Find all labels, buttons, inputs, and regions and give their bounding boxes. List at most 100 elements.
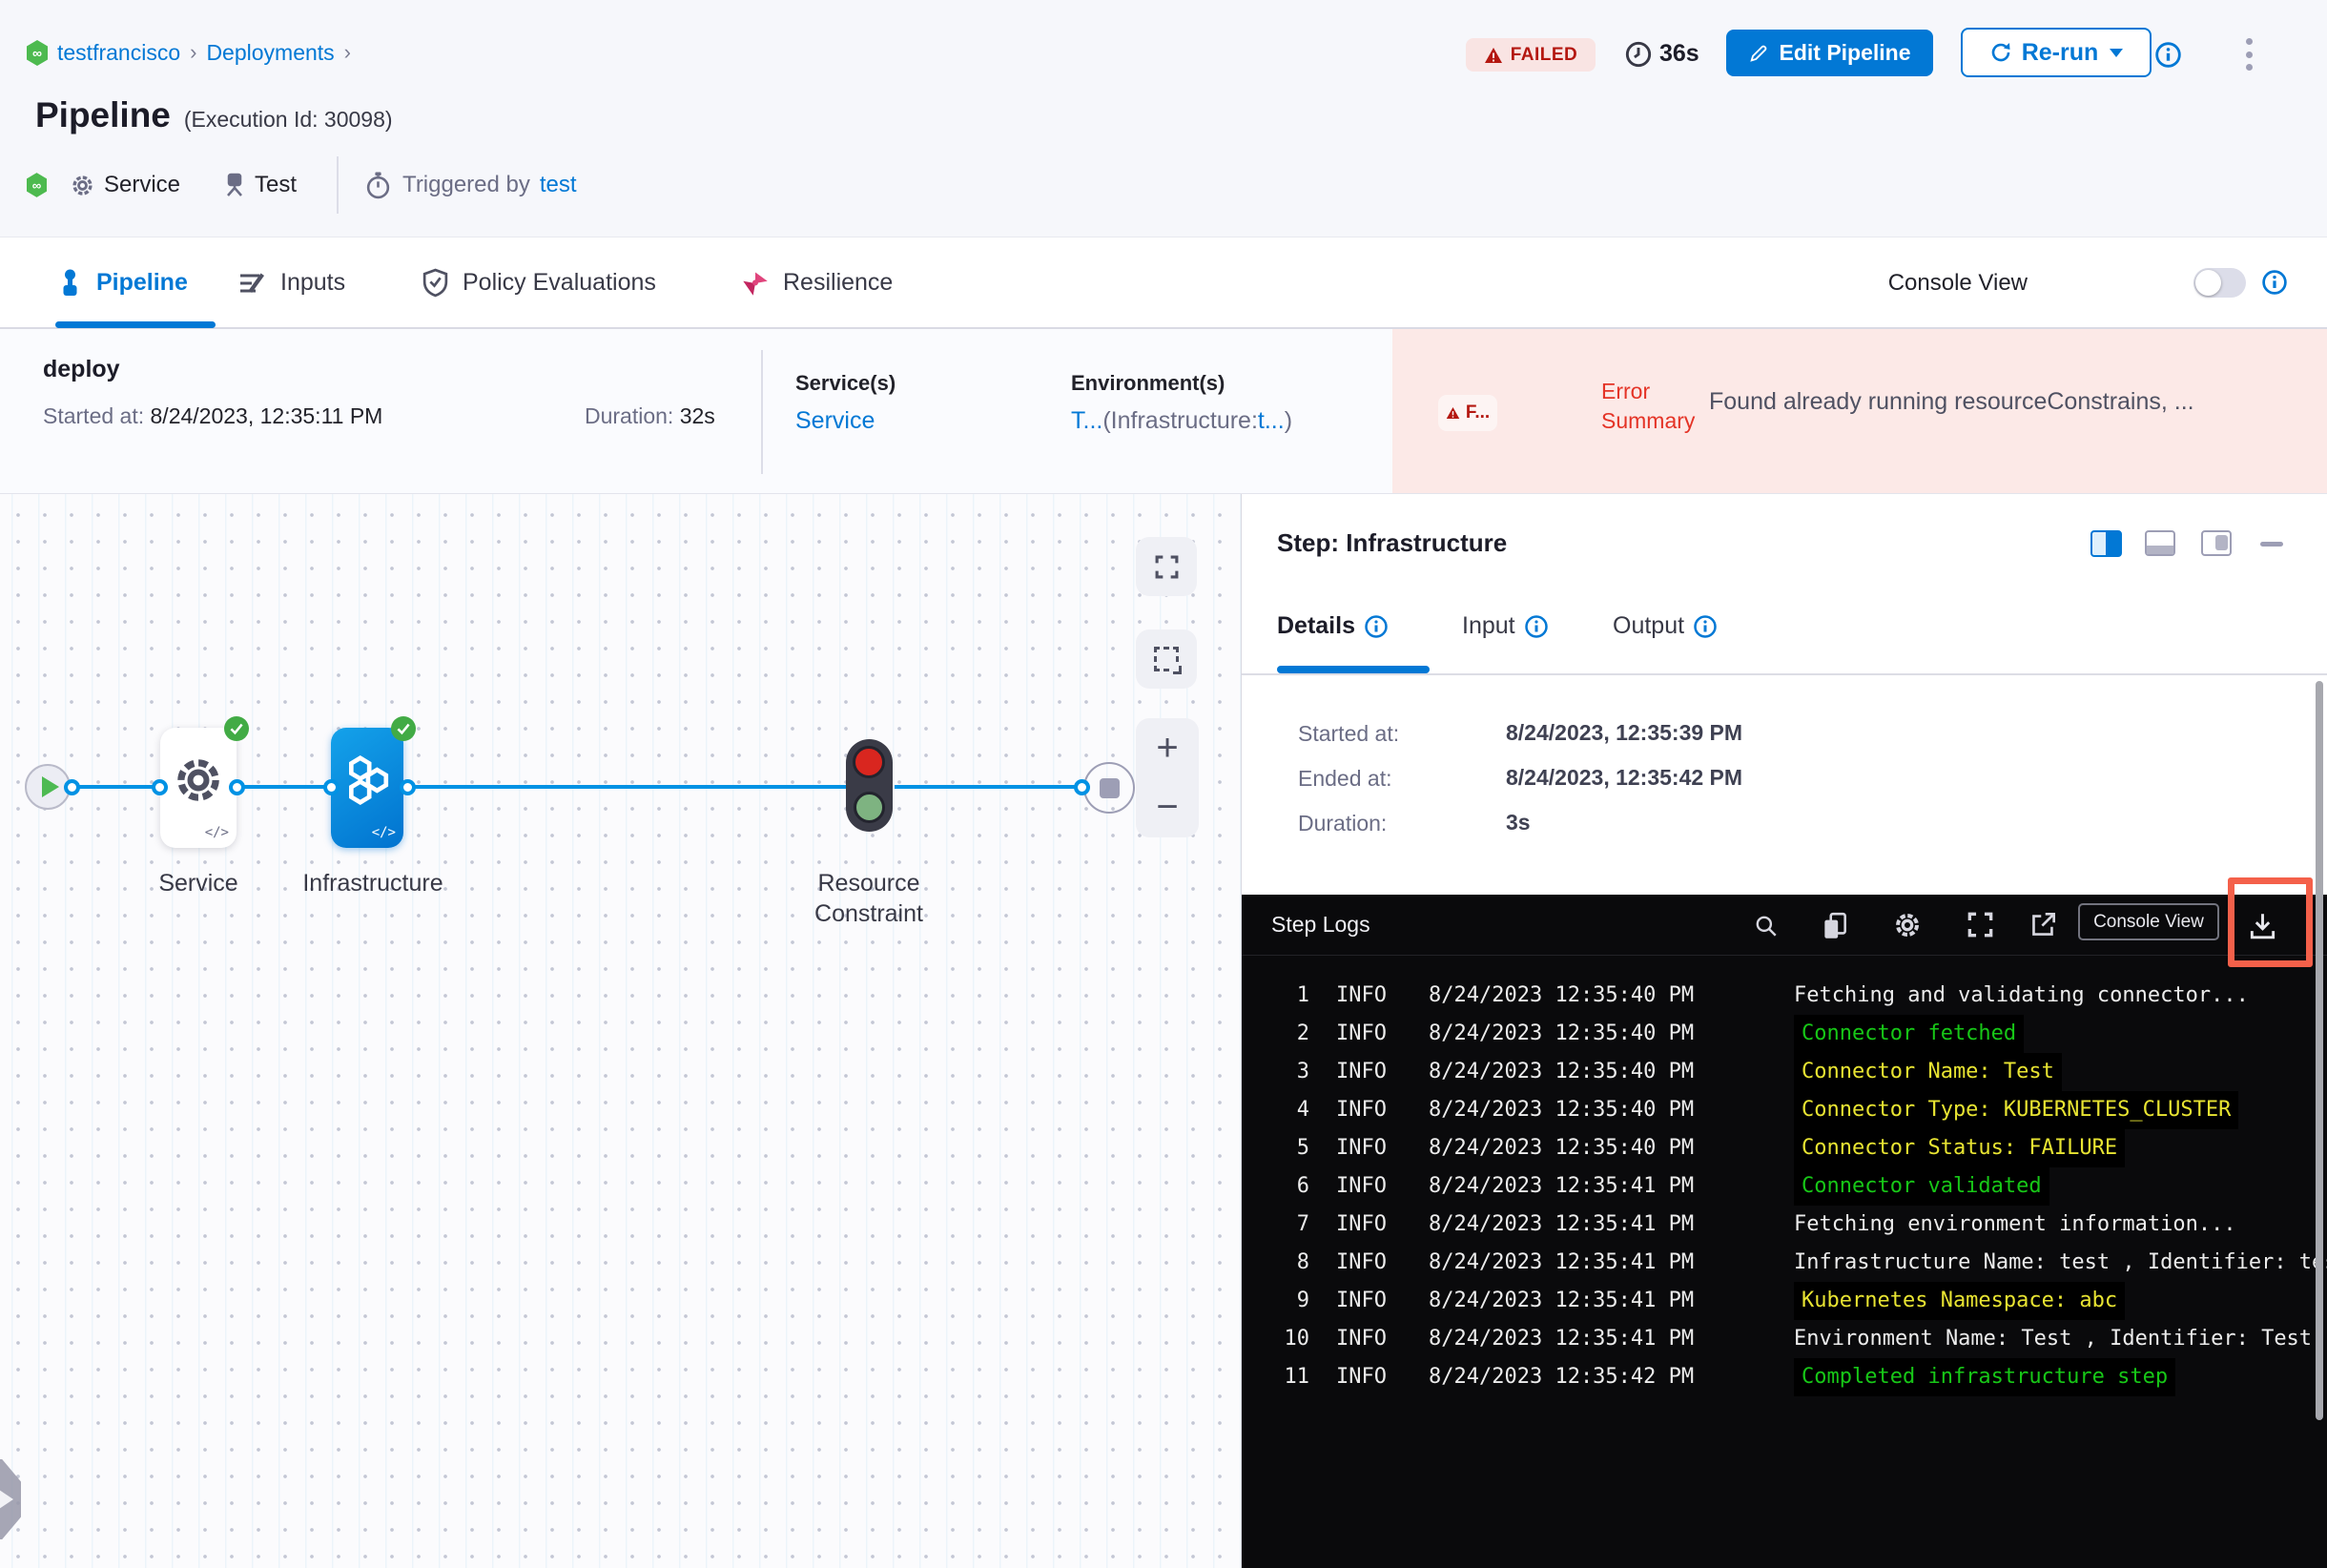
log-message: Environment Name: Test , Identifier: Tes… (1794, 1327, 2313, 1351)
code-glyph: </> (204, 825, 229, 840)
canvas-fullscreen-button[interactable] (1136, 537, 1197, 596)
pipeline-graph-canvas[interactable]: </> </> Service Infrastructure Resource … (0, 494, 1241, 1568)
log-row: 1 INFO 8/24/2023 12:35:40 PM Fetching and v… (1242, 977, 2327, 1015)
graph-edge (408, 785, 847, 789)
log-timestamp: 8/24/2023 12:35:40 PM (1429, 1098, 1695, 1122)
canvas-edge-expand-handle[interactable] (0, 1459, 21, 1539)
panel-tab-output[interactable]: Output (1613, 612, 1718, 640)
output-info-icon[interactable] (1694, 614, 1718, 638)
tab-pipeline-label: Pipeline (96, 269, 188, 296)
input-info-icon[interactable] (1524, 614, 1548, 638)
fullscreen-icon (1155, 555, 1178, 578)
infrastructure-hexagons-icon (340, 753, 395, 808)
active-tab-underline (55, 321, 216, 328)
log-row: 8 INFO 8/24/2023 12:35:41 PM Infrastructure… (1242, 1244, 2327, 1282)
edit-pipeline-button[interactable]: Edit Pipeline (1726, 30, 1933, 76)
console-view-toggle-label: Console View (1887, 269, 2028, 296)
breadcrumb-deployments-link[interactable]: Deployments (206, 40, 334, 66)
environment-link[interactable]: T... (1071, 407, 1102, 434)
log-line-number: 5 (1296, 1136, 1309, 1160)
graph-node-resource-constraint[interactable] (846, 739, 893, 832)
rerun-icon (1991, 43, 2010, 62)
breadcrumb-project-link[interactable]: testfrancisco (57, 40, 180, 66)
log-line-number: 8 (1296, 1250, 1309, 1274)
graph-connector-dot (400, 779, 416, 795)
log-settings-gear-icon[interactable] (1892, 910, 1923, 940)
breadcrumb: testfrancisco › Deployments › (27, 36, 351, 69)
panel-tab-input-label: Input (1462, 612, 1515, 639)
node-label-service: Service (158, 870, 238, 897)
service-gear-icon (72, 175, 93, 196)
infrastructure-link[interactable]: t... (1258, 407, 1285, 434)
field-duration-label: Duration: (1298, 811, 1388, 836)
panel-tab-details[interactable]: Details (1277, 612, 1388, 640)
console-view-info-icon[interactable] (2262, 270, 2287, 295)
log-row: 2 INFO 8/24/2023 12:35:40 PM Connector fetc… (1242, 1015, 2327, 1053)
field-duration-value: 3s (1506, 810, 1531, 835)
console-view-button[interactable]: Console View (2078, 903, 2219, 940)
more-options-menu[interactable] (2241, 38, 2256, 71)
panel-tab-input[interactable]: Input (1462, 612, 1548, 640)
step-logs-console: Step Logs Console View 1 INFO 8/24/2023 … (1242, 895, 2327, 1568)
environments-header: Environment(s) (1071, 371, 1225, 395)
rerun-button[interactable]: Re-run (1961, 28, 2152, 77)
triggered-by-user-link[interactable]: test (540, 172, 577, 198)
graph-node-service[interactable]: </> (160, 716, 249, 848)
log-level: INFO (1336, 1365, 1387, 1389)
log-row: 9 INFO 8/24/2023 12:35:41 PM Kubernetes Nam… (1242, 1282, 2327, 1320)
step-panel-title: Step: Infrastructure (1277, 528, 1508, 557)
details-info-icon[interactable] (1364, 614, 1388, 638)
log-timestamp: 8/24/2023 12:35:42 PM (1429, 1365, 1695, 1389)
service-link[interactable]: Service (795, 407, 875, 435)
stage-started-value: 8/24/2023, 12:35:11 PM (150, 403, 383, 428)
environment-close-paren: ) (1284, 407, 1293, 434)
canvas-select-button[interactable] (1136, 629, 1197, 689)
stage-duration: Duration: 32s (585, 403, 715, 429)
tab-pipeline[interactable]: Pipeline (57, 237, 188, 328)
rerun-info-icon[interactable] (2155, 42, 2181, 68)
log-timestamp: 8/24/2023 12:35:41 PM (1429, 1174, 1695, 1198)
panel-tabs-border (1242, 673, 2327, 675)
field-started-label: Started at: (1298, 721, 1400, 746)
breadcrumb-chevron: › (343, 40, 351, 64)
log-timestamp: 8/24/2023 12:35:41 PM (1429, 1327, 1695, 1351)
code-glyph: </> (371, 825, 396, 840)
error-status-badge-label: F... (1465, 402, 1491, 423)
service-gear-icon (171, 753, 226, 808)
tab-inputs[interactable]: Inputs (238, 237, 345, 328)
harness-logo-icon (27, 173, 47, 197)
toggle-knob (2195, 270, 2221, 296)
open-in-new-icon[interactable] (2029, 911, 2057, 939)
zoom-in-button[interactable]: + (1156, 727, 1178, 770)
zoom-out-button[interactable]: − (1156, 786, 1178, 829)
log-timestamp: 8/24/2023 12:35:41 PM (1429, 1212, 1695, 1236)
download-logs-icon[interactable] (2249, 912, 2276, 939)
expand-logs-icon[interactable] (1967, 911, 1994, 939)
layout-bottom-view-button[interactable] (2145, 530, 2175, 556)
error-summary-text: Found already running resourceConstrains… (1709, 388, 2194, 415)
minimize-panel-button[interactable] (2260, 542, 2283, 547)
services-header: Service(s) (795, 371, 896, 395)
harness-logo-icon (27, 39, 48, 66)
layout-right-view-button[interactable] (2090, 530, 2122, 557)
copy-icon[interactable] (1821, 911, 1849, 941)
node-label-resource-line2: Constraint (814, 900, 923, 927)
environment-value: T...(Infrastructure:t...) (1071, 407, 1292, 435)
graph-node-infrastructure[interactable]: </> (331, 716, 416, 848)
tab-inputs-label: Inputs (280, 269, 346, 296)
layout-floating-view-button[interactable] (2201, 530, 2232, 556)
panel-scrollbar[interactable] (2316, 681, 2323, 1420)
breadcrumb-chevron: › (190, 40, 197, 64)
step-details-panel: Step: Infrastructure Details Input Outpu… (1241, 494, 2327, 1568)
log-line-number: 7 (1296, 1212, 1309, 1236)
tab-resilience[interactable]: Resilience (741, 237, 893, 328)
graph-end-node[interactable] (1083, 762, 1135, 814)
console-view-toggle[interactable] (2193, 268, 2246, 298)
log-message: Connector Name: Test (1794, 1053, 2062, 1091)
tab-policy-evaluations[interactable]: Policy Evaluations (422, 237, 656, 328)
log-timestamp: 8/24/2023 12:35:41 PM (1429, 1289, 1695, 1312)
log-row: 10 INFO 8/24/2023 12:35:41 PM Environment N… (1242, 1320, 2327, 1358)
pipeline-tab-icon (63, 269, 77, 296)
stage-summary-bar: deploy Started at: 8/24/2023, 12:35:11 P… (0, 329, 2327, 494)
search-icon[interactable] (1754, 914, 1779, 939)
